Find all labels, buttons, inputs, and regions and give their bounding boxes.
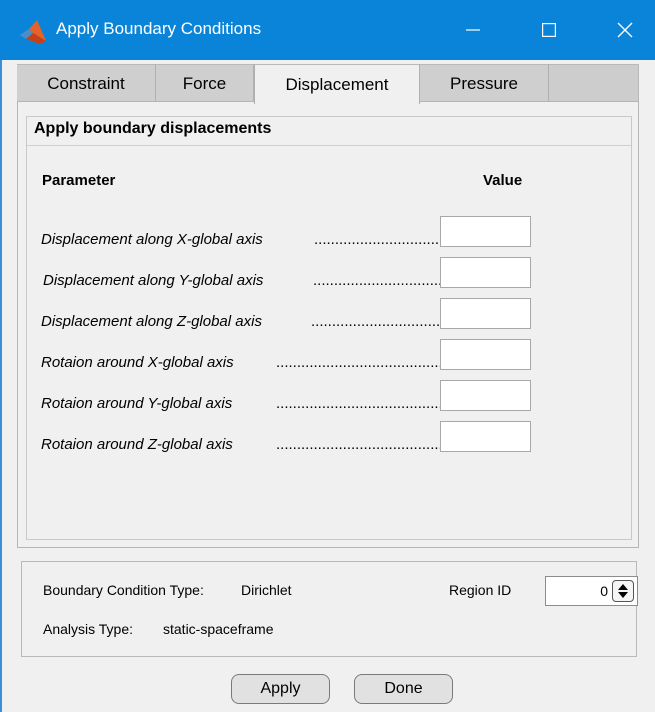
disp-y-input[interactable] xyxy=(440,257,531,288)
rot-x-input[interactable] xyxy=(440,339,531,370)
disp-x-input[interactable] xyxy=(440,216,531,247)
region-id-spinner[interactable]: 0 xyxy=(545,576,638,606)
param-leader-dots: ............................... xyxy=(311,313,440,330)
window-border xyxy=(0,60,2,712)
spin-down-icon[interactable] xyxy=(618,592,628,598)
title-bar[interactable]: Apply Boundary Conditions xyxy=(0,0,655,60)
spinner-arrows[interactable] xyxy=(612,580,634,602)
tab-constraint[interactable]: Constraint xyxy=(17,64,156,102)
disp-z-input[interactable] xyxy=(440,298,531,329)
region-id-value[interactable]: 0 xyxy=(546,577,608,605)
region-id-label: Region ID xyxy=(449,582,512,598)
close-button[interactable] xyxy=(597,0,653,60)
minimize-button[interactable] xyxy=(445,0,501,60)
param-label-disp-z: Displacement along Z-global axis xyxy=(41,313,262,330)
group-divider xyxy=(27,145,631,146)
window-title: Apply Boundary Conditions xyxy=(56,19,262,38)
param-label-rot-x: Rotaion around X-global axis xyxy=(41,354,234,371)
rot-y-input[interactable] xyxy=(440,380,531,411)
param-leader-dots: ............................... xyxy=(313,272,440,289)
value-header: Value xyxy=(483,172,523,189)
bc-type-value: Dirichlet xyxy=(241,582,292,598)
spin-up-icon[interactable] xyxy=(618,584,628,590)
param-label-disp-y: Displacement along Y-global axis xyxy=(43,272,264,289)
param-label-rot-y: Rotaion around Y-global axis xyxy=(41,395,233,412)
minimize-icon xyxy=(466,29,480,31)
tab-displacement[interactable]: Displacement xyxy=(254,64,420,104)
param-leader-dots: ........................................… xyxy=(276,395,440,412)
group-title: Apply boundary displacements xyxy=(34,120,272,137)
rot-z-input[interactable] xyxy=(440,421,531,452)
param-label-disp-x: Displacement along X-global axis xyxy=(41,231,263,248)
close-icon xyxy=(617,22,633,38)
tab-force[interactable]: Force xyxy=(156,64,254,102)
maximize-icon xyxy=(542,23,556,37)
tab-pressure[interactable]: Pressure xyxy=(420,64,549,102)
param-leader-dots: ........................................… xyxy=(276,436,440,453)
parameter-header: Parameter xyxy=(42,172,116,189)
apply-button[interactable]: Apply xyxy=(231,674,330,704)
done-button[interactable]: Done xyxy=(354,674,453,704)
analysis-type-value: static-spaceframe xyxy=(163,621,274,637)
param-leader-dots: ............................... xyxy=(314,231,440,248)
param-leader-dots: ........................................… xyxy=(276,354,440,371)
param-label-rot-z: Rotaion around Z-global axis xyxy=(41,436,233,453)
maximize-button[interactable] xyxy=(521,0,577,60)
analysis-type-label: Analysis Type: xyxy=(43,621,134,637)
matlab-logo-icon xyxy=(20,20,46,44)
bc-type-label: Boundary Condition Type: xyxy=(43,582,204,598)
